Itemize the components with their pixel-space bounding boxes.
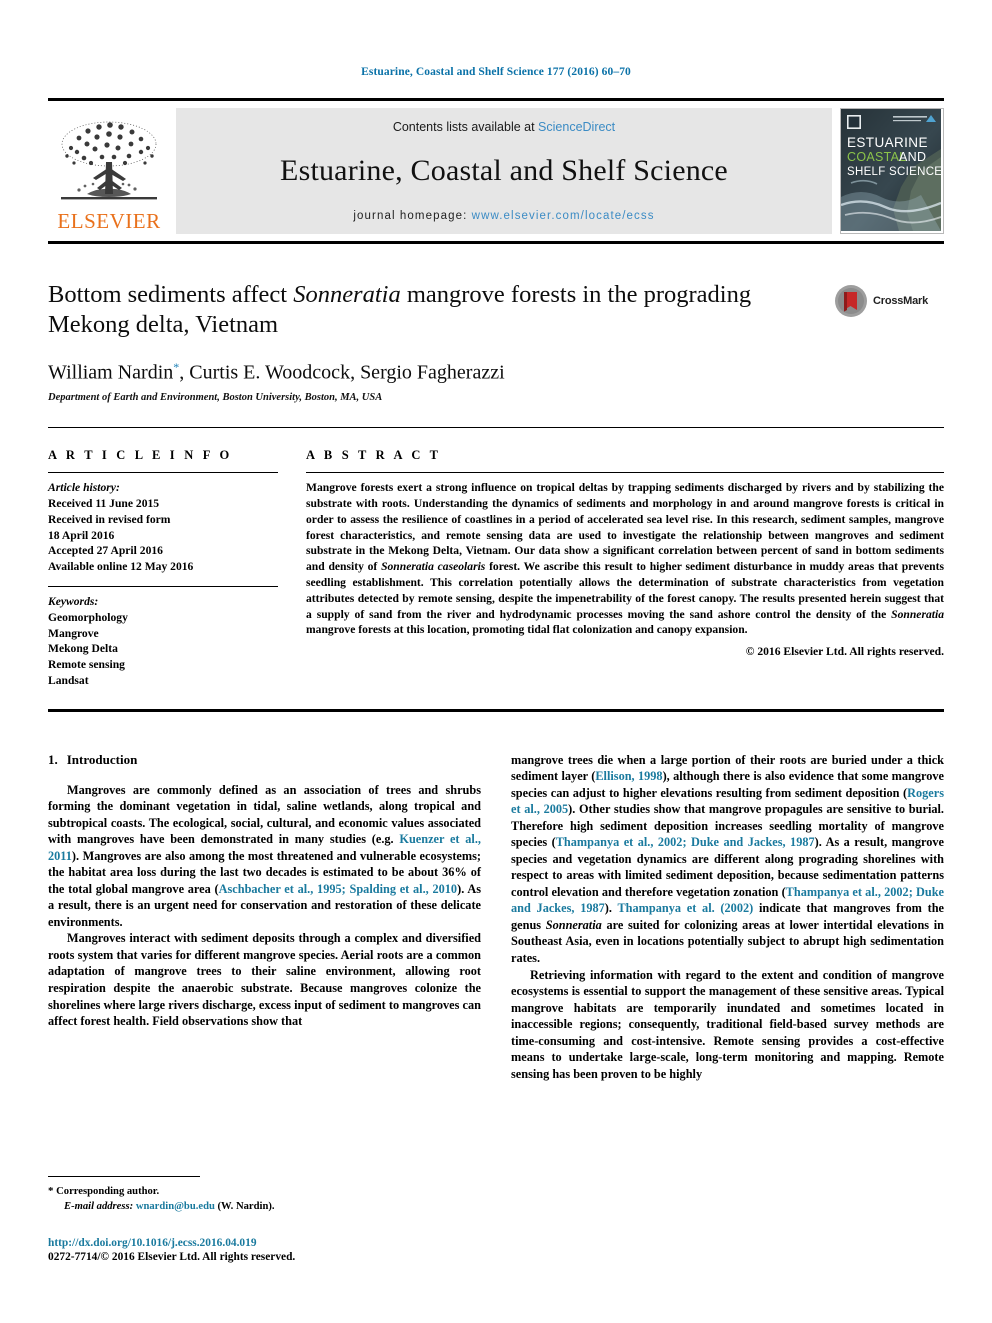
citation-link[interactable]: Aschbacher et al., 1995; Spalding et al.… (219, 882, 457, 896)
article-page: Estuarine, Coastal and Shelf Science 177… (0, 0, 992, 1323)
crossmark-badge[interactable]: CrossMark (834, 280, 944, 318)
journal-masthead: ELSEVIER Contents lists available at Sci… (48, 98, 944, 244)
body-column-left: 1. Introduction Mangroves are commonly de… (48, 752, 481, 1083)
keyword-item: Remote sensing (48, 658, 125, 672)
keyword-item: Mangrove (48, 626, 99, 640)
info-abstract-row: A R T I C L E I N F O Article history: R… (48, 448, 944, 688)
svg-text:COASTAL: COASTAL (847, 150, 907, 164)
citation-link[interactable]: Thampanya et al. (2002) (617, 901, 753, 915)
title-block: Bottom sediments affect Sonneratia mangr… (48, 280, 944, 403)
title-species: Sonneratia (293, 281, 401, 308)
author-first: William Nardin (48, 361, 174, 384)
contents-list-line: Contents lists available at ScienceDirec… (393, 120, 615, 134)
body-column-right: mangrove trees die when a large portion … (511, 752, 944, 1083)
info-bottom-divider (48, 708, 944, 712)
journal-homepage-line: journal homepage: www.elsevier.com/locat… (353, 210, 654, 222)
paragraph: Mangroves interact with sediment deposit… (48, 931, 481, 1029)
journal-band: Contents lists available at ScienceDirec… (176, 108, 832, 234)
journal-cover-image: ESTUARINE COASTAL AND SHELF SCIENCE (841, 109, 942, 231)
article-info-rule (48, 472, 278, 474)
history-item: Accepted 27 April 2016 (48, 544, 163, 558)
abstract-species-2: Sonneratia (891, 607, 944, 621)
paragraph: mangrove trees die when a large portion … (511, 752, 944, 967)
elsevier-wordmark: ELSEVIER (57, 209, 161, 233)
crossmark-icon (835, 285, 867, 317)
email-note: E-mail address: wnardin@bu.edu (W. Nardi… (48, 1200, 488, 1215)
elsevier-tree-icon (61, 121, 157, 200)
keyword-item: Geomorphology (48, 610, 128, 624)
paragraph: Mangroves are commonly defined as an ass… (48, 782, 481, 931)
history-item: Received in revised form (48, 512, 171, 526)
article-history: Article history: Received 11 June 2015 R… (48, 480, 278, 575)
authors-rest: , Curtis E. Woodcock, Sergio Fagherazzi (179, 361, 505, 384)
title-part-1: Bottom sediments affect (48, 281, 294, 308)
footnote-divider (48, 1176, 200, 1178)
article-info-column: A R T I C L E I N F O Article history: R… (48, 448, 278, 688)
abstract-heading: A B S T R A C T (306, 448, 442, 463)
citation-link[interactable]: Ellison, 1998 (595, 769, 662, 783)
section-number: 1. (48, 751, 58, 767)
email-suffix: (W. Nardin). (214, 1201, 275, 1213)
journal-cover-thumbnail: ESTUARINE COASTAL AND SHELF SCIENCE (840, 108, 944, 234)
info-top-divider (48, 427, 944, 429)
body-columns: 1. Introduction Mangroves are commonly de… (48, 752, 944, 1083)
abstract-column: A B S T R A C T Mangrove forests exert a… (306, 448, 944, 688)
author-list: William Nardin*, Curtis E. Woodcock, Ser… (48, 360, 818, 385)
email-link[interactable]: wnardin@bu.edu (136, 1201, 215, 1212)
journal-title: Estuarine, Coastal and Shelf Science (280, 154, 728, 187)
svg-text:ESTUARINE: ESTUARINE (847, 135, 928, 150)
page-title: Bottom sediments affect Sonneratia mangr… (48, 280, 818, 341)
svg-text:SHELF SCIENCE: SHELF SCIENCE (847, 166, 941, 178)
article-info-heading: A R T I C L E I N F O (48, 448, 233, 463)
abstract-species-1: Sonneratia caseolaris (381, 560, 486, 574)
elsevier-logo: ELSEVIER (48, 108, 170, 234)
para-text: ). (604, 901, 618, 916)
homepage-url[interactable]: www.elsevier.com/locate/ecss (472, 210, 655, 222)
sciencedirect-link[interactable]: ScienceDirect (538, 120, 615, 134)
corresponding-author-note: * Corresponding author. (48, 1184, 488, 1200)
section-title: Introduction (66, 751, 138, 767)
keywords-label: Keywords: (48, 595, 99, 608)
history-item: Received 11 June 2015 (48, 497, 160, 511)
running-head: Estuarine, Coastal and Shelf Science 177… (361, 66, 631, 78)
homepage-prefix: journal homepage: (353, 210, 472, 222)
abstract-text: Mangrove forests exert a strong influenc… (306, 480, 944, 638)
abstract-copyright: © 2016 Elsevier Ltd. All rights reserved… (745, 645, 944, 659)
citation-link[interactable]: Thampanya et al., 2002; Duke and Jackes,… (556, 835, 815, 849)
email-label: E-mail address: (64, 1201, 134, 1213)
article-history-label: Article history: (48, 481, 120, 495)
history-item: Available online 12 May 2016 (48, 560, 194, 574)
keyword-item: Landsat (48, 673, 89, 687)
svg-text:AND: AND (899, 150, 926, 164)
history-item: 18 April 2016 (48, 528, 115, 542)
keyword-item: Mekong Delta (48, 642, 118, 656)
footnote-zone: * Corresponding author. E-mail address: … (48, 1176, 488, 1263)
issn-copyright-line: 0272-7714/© 2016 Elsevier Ltd. All right… (48, 1251, 296, 1263)
author-affiliation: Department of Earth and Environment, Bos… (48, 392, 383, 404)
corresponding-author-text: Corresponding author. (53, 1186, 160, 1198)
keywords-rule (48, 586, 278, 587)
doi-block: http://dx.doi.org/10.1016/j.ecss.2016.04… (48, 1237, 488, 1263)
doi-link[interactable]: http://dx.doi.org/10.1016/j.ecss.2016.04… (48, 1237, 488, 1249)
abstract-part-3: mangrove forests at this location, promo… (306, 623, 748, 637)
contents-prefix: Contents lists available at (392, 120, 539, 134)
abstract-rule (306, 472, 944, 474)
genus-name: Sonneratia (545, 917, 602, 932)
paragraph: Retrieving information with regard to th… (511, 967, 944, 1081)
title-left: Bottom sediments affect Sonneratia mangr… (48, 280, 834, 403)
keywords-list: Keywords: Geomorphology Mangrove Mekong … (48, 594, 278, 689)
section-heading-introduction: 1. Introduction (48, 752, 481, 768)
crossmark-label: CrossMark (873, 295, 929, 307)
